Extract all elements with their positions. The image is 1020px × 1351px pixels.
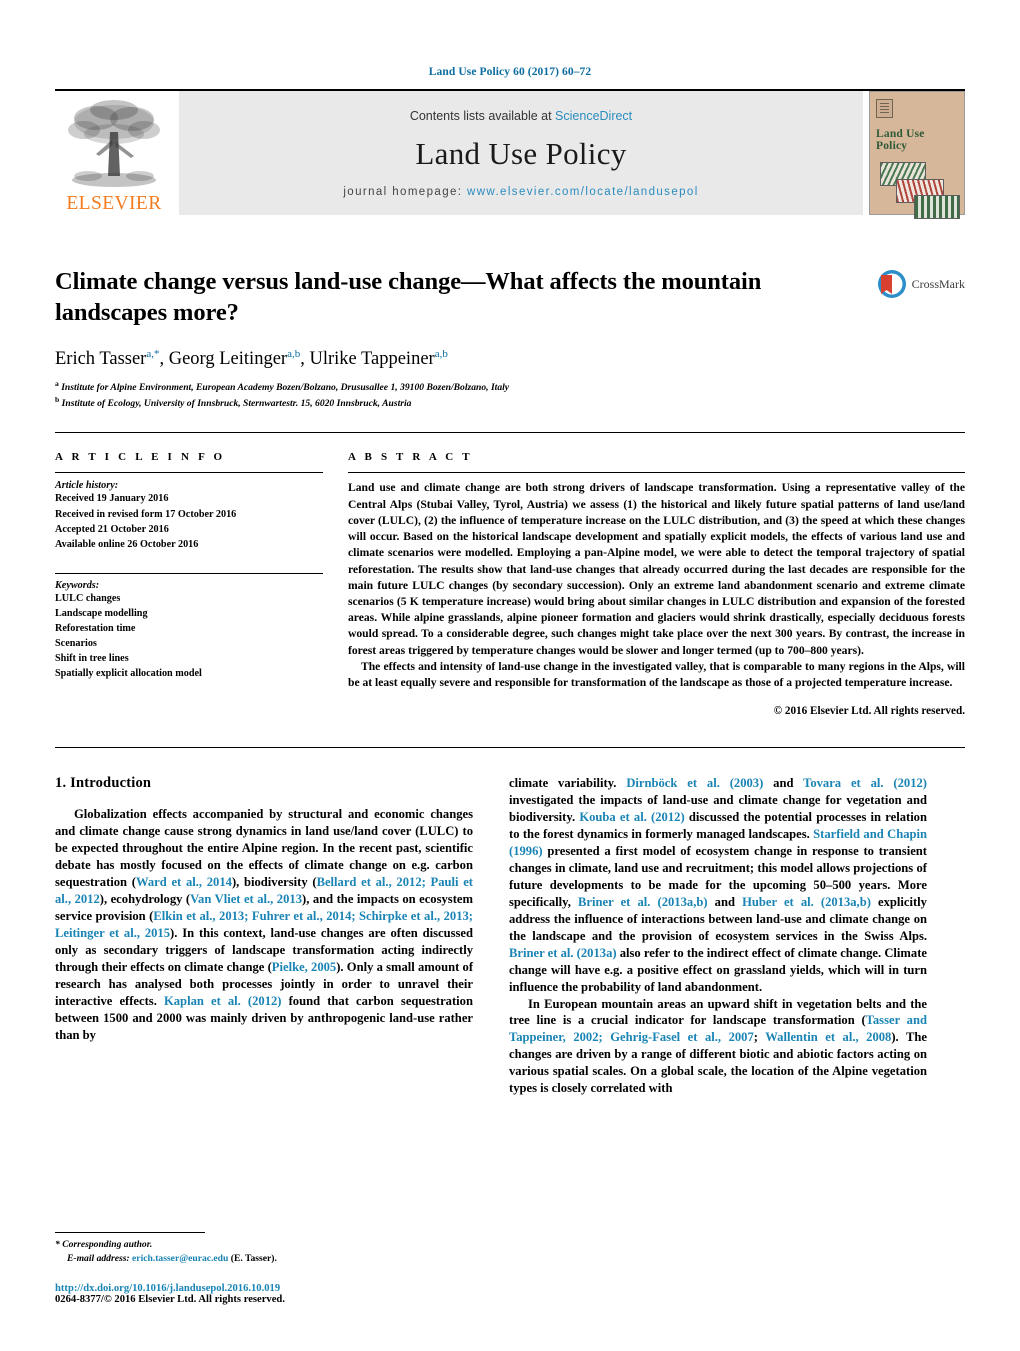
- affiliation-mark-a: a: [55, 378, 59, 388]
- affiliations: a Institute for Alpine Environment, Euro…: [55, 379, 965, 411]
- intro-right-text: climate variability. Dirnböck et al. (20…: [509, 775, 927, 1097]
- cover-tile-3: [914, 195, 960, 219]
- crossmark-label: CrossMark: [911, 276, 965, 291]
- keyword-item: LULC changes: [55, 592, 121, 604]
- abstract-column: A B S T R A C T Land use and climate cha…: [348, 451, 965, 717]
- keywords-label: Keywords:: [55, 579, 100, 591]
- keywords-block: Keywords: LULC changes Landscape modelli…: [55, 572, 323, 682]
- sciencedirect-link[interactable]: ScienceDirect: [555, 109, 632, 123]
- footnote-rule: [55, 1232, 205, 1234]
- corresponding-author-label: * Corresponding author.: [55, 1239, 153, 1251]
- corresponding-author-note: * Corresponding author.: [55, 1238, 473, 1252]
- journal-homepage-link[interactable]: www.elsevier.com/locate/landusepol: [467, 186, 699, 198]
- elsevier-wordmark: ELSEVIER: [66, 193, 162, 214]
- homepage-prefix: journal homepage:: [343, 186, 467, 198]
- abstract-paragraph: The effects and intensity of land-use ch…: [348, 659, 965, 690]
- elsevier-tree-icon: [68, 100, 160, 187]
- affiliation-mark-b: b: [55, 394, 60, 404]
- keyword-item: Shift in tree lines: [55, 653, 129, 665]
- article-info-column: A R T I C L E I N F O Article history: R…: [55, 451, 323, 717]
- journal-title: Land Use Policy: [415, 136, 627, 171]
- email-link[interactable]: erich.tasser@eurac.edu: [132, 1253, 228, 1264]
- history-item: Accepted 21 October 2016: [55, 523, 169, 535]
- keywords-rule: [55, 572, 323, 574]
- abstract-body: Land use and climate change are both str…: [348, 480, 965, 691]
- section-heading-introduction: 1. Introduction: [55, 775, 152, 792]
- contents-available-line: Contents lists available at ScienceDirec…: [410, 109, 632, 123]
- article-info-label: A R T I C L E I N F O: [55, 451, 226, 464]
- article-info-rule: [55, 472, 323, 474]
- crossmark-icon: [877, 270, 906, 298]
- article-history-label: Article history:: [55, 480, 119, 492]
- intro-left-text: Globalization effects accompanied by str…: [55, 806, 473, 1043]
- author-list: Erich Tassera,*, Georg Leitingera,b, Ulr…: [55, 347, 448, 369]
- affiliation-a: a Institute for Alpine Environment, Euro…: [55, 379, 965, 395]
- article-history-list: Received 19 January 2016 Received in rev…: [55, 491, 323, 551]
- affiliation-b: b Institute of Ecology, University of In…: [55, 395, 965, 411]
- email-suffix: (E. Tasser).: [230, 1253, 277, 1265]
- page-title: Climate change versus land-use change—Wh…: [55, 268, 762, 326]
- affiliation-a-text: Institute for Alpine Environment, Europe…: [61, 382, 510, 394]
- info-abstract-row: A R T I C L E I N F O Article history: R…: [55, 451, 965, 717]
- cover-journal-title: Land Use Policy: [876, 128, 925, 152]
- contents-prefix: Contents lists available at: [409, 109, 556, 123]
- title-block: Climate change versus land-use change—Wh…: [55, 267, 965, 410]
- affiliation-b-text: Institute of Ecology, University of Inns…: [61, 397, 412, 409]
- doi-block: http://dx.doi.org/10.1016/j.landusepol.2…: [55, 1283, 473, 1305]
- article-page: Land Use Policy 60 (2017) 60–72 ELSEVIER…: [0, 0, 1020, 1351]
- masthead-center: Contents lists available at ScienceDirec…: [179, 91, 863, 215]
- abstract-label: A B S T R A C T: [348, 451, 473, 464]
- journal-cover-thumbnail[interactable]: Land Use Policy: [869, 91, 965, 219]
- info-divider-top: [55, 432, 965, 434]
- email-note: E-mail address: erich.tasser@eurac.edu (…: [55, 1252, 473, 1266]
- elsevier-logo: ELSEVIER: [55, 91, 173, 215]
- journal-homepage-line: journal homepage: www.elsevier.com/locat…: [343, 186, 698, 198]
- keyword-item: Spatially explicit allocation model: [55, 668, 202, 680]
- body-columns: 1. Introduction Globalization effects ac…: [55, 775, 965, 1097]
- cover-image-tiles: [876, 162, 960, 220]
- doi-link[interactable]: http://dx.doi.org/10.1016/j.landusepol.2…: [55, 1283, 473, 1294]
- body-divider: [55, 747, 965, 749]
- abstract-copyright: © 2016 Elsevier Ltd. All rights reserved…: [773, 705, 965, 718]
- history-item: Received 19 January 2016: [55, 493, 169, 505]
- body-paragraph: In European mountain areas an upward shi…: [509, 996, 927, 1096]
- abstract-paragraph: Land use and climate change are both str…: [348, 481, 965, 657]
- running-head: Land Use Policy 60 (2017) 60–72: [428, 66, 592, 78]
- abstract-rule: [348, 472, 965, 474]
- footnote-block: * Corresponding author. E-mail address: …: [55, 1232, 473, 1305]
- body-column-right: climate variability. Dirnböck et al. (20…: [509, 775, 927, 1097]
- body-paragraph: climate variability. Dirnböck et al. (20…: [509, 776, 927, 994]
- issn-copyright-line: 0264-8377/© 2016 Elsevier Ltd. All right…: [55, 1294, 285, 1305]
- keyword-item: Landscape modelling: [55, 607, 148, 619]
- journal-masthead: ELSEVIER Contents lists available at Sci…: [55, 89, 965, 219]
- history-item: Available online 26 October 2016: [55, 538, 199, 550]
- body-column-left: 1. Introduction Globalization effects ac…: [55, 775, 473, 1097]
- body-paragraph: Globalization effects accompanied by str…: [55, 807, 474, 1042]
- history-item: Received in revised form 17 October 2016: [55, 508, 237, 520]
- email-label: E-mail address:: [67, 1253, 130, 1265]
- keyword-item: Reforestation time: [55, 623, 136, 635]
- keyword-item: Scenarios: [55, 638, 97, 650]
- crossmark-badge[interactable]: CrossMark: [877, 269, 965, 299]
- cover-elsevier-mark-icon: [876, 99, 893, 118]
- keywords-list: LULC changes Landscape modelling Refores…: [55, 591, 323, 682]
